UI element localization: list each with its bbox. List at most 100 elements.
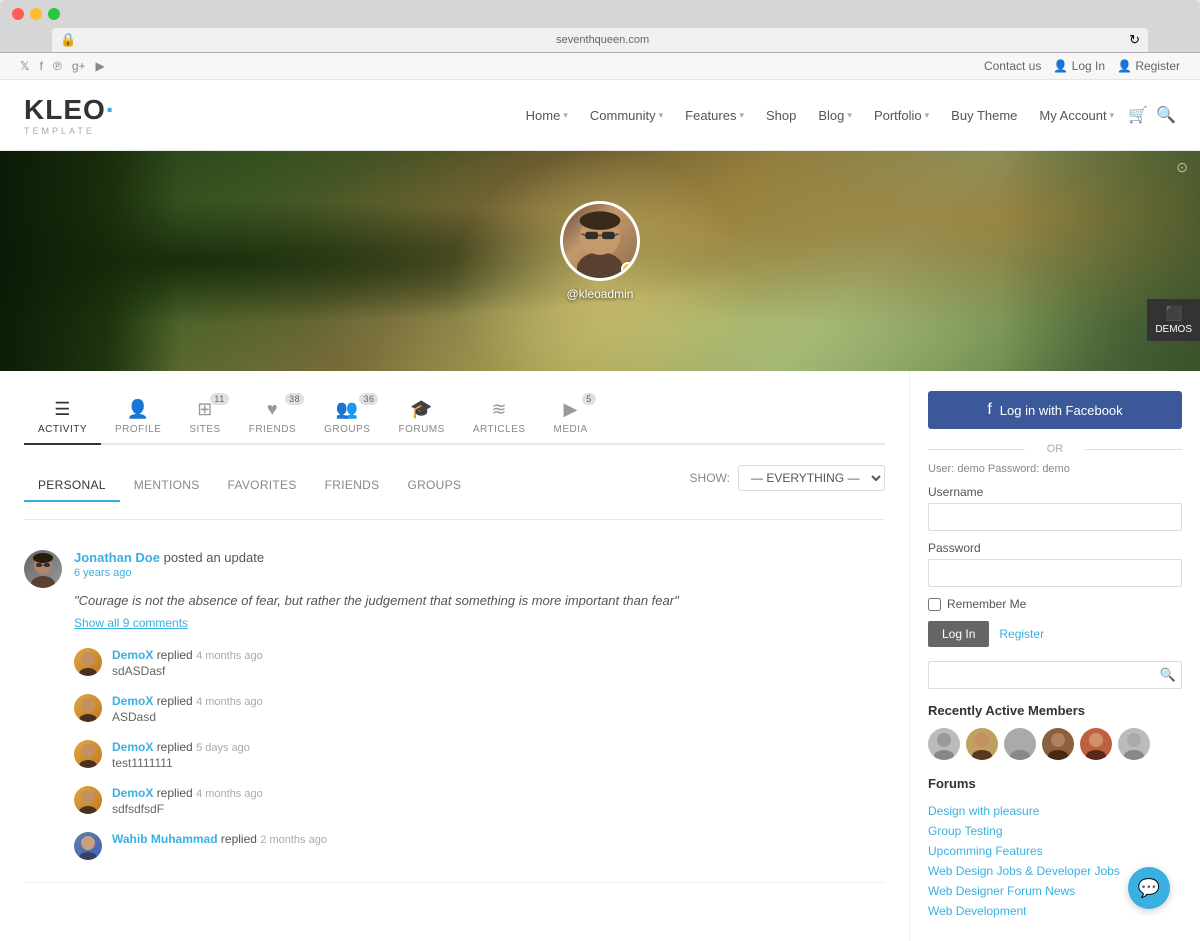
top-bar-right: Contact us 👤 Log In 👤 Register [984,59,1180,73]
tab-friends-activity[interactable]: FRIENDS [311,470,394,502]
maximize-btn[interactable] [48,8,60,20]
or-divider: OR [928,443,1182,455]
post-text: "Courage is not the absence of fear, but… [74,585,885,616]
password-input[interactable] [928,559,1182,587]
member-avatar-4[interactable] [1042,728,1074,760]
forums-icon: 🎓 [410,399,433,420]
close-btn[interactable] [12,8,24,20]
tab-profile[interactable]: 👤 PROFILE [101,391,175,443]
search-icon[interactable]: 🔍 [1156,105,1176,125]
comment-2-user[interactable]: DemoX [112,694,153,708]
youtube-link[interactable]: ▶ [96,59,105,73]
member-avatar-5[interactable] [1080,728,1112,760]
google-plus-link[interactable]: g+ [72,59,86,73]
comment-5-avatar[interactable] [74,832,102,860]
filter-select[interactable]: — EVERYTHING — [738,465,885,491]
member-avatar-6[interactable] [1118,728,1150,760]
profile-avatar[interactable] [560,201,640,281]
comment-5-user[interactable]: Wahib Muhammad [112,832,218,846]
toggle-icon[interactable]: ⊙ [1176,159,1188,176]
comment-3-user[interactable]: DemoX [112,740,153,754]
forum-link-2[interactable]: Group Testing [928,821,1182,841]
facebook-login-button[interactable]: f Log in with Facebook [928,391,1182,429]
comment-3-text: test1111111 [112,756,885,770]
username-input[interactable] [928,503,1182,531]
tab-favorites[interactable]: FAVORITES [214,470,311,502]
cart-icon[interactable]: 🛒 [1128,105,1148,125]
tab-groups[interactable]: 👥 GROUPS 36 [310,391,384,443]
comment-1-avatar[interactable] [74,648,102,676]
friends-badge: 38 [285,393,304,405]
demos-badge[interactable]: ⬛ DEMOS [1147,299,1200,341]
tab-personal[interactable]: PERSONAL [24,470,120,502]
tab-articles[interactable]: ≋ ARTICLES [459,391,540,443]
comment-2-meta: DemoX replied 4 months ago [112,694,885,708]
comment-2-content: DemoX replied 4 months ago ASDasd [112,694,885,724]
tab-groups-activity[interactable]: GROUPS [393,470,475,502]
profile-verified-badge [621,262,635,276]
post-author-name[interactable]: Jonathan Doe [74,550,160,565]
twitter-link[interactable]: 𝕏 [20,59,30,73]
register-link[interactable]: Register [999,627,1044,641]
tab-mentions[interactable]: MENTIONS [120,470,214,502]
nav-features[interactable]: Features ▾ [677,102,752,129]
facebook-link[interactable]: f [40,59,43,73]
tab-friends[interactable]: ♥ FRIENDS 38 [235,391,310,443]
nav-buy-theme[interactable]: Buy Theme [943,102,1025,129]
member-avatar-2[interactable] [966,728,998,760]
chat-button[interactable]: 💬 [1128,867,1170,909]
tab-media[interactable]: ▶ MEDIA 5 [540,391,602,443]
nav-home[interactable]: Home ▾ [518,102,576,129]
search-button[interactable]: 🔍 [1160,667,1176,683]
member-avatar-3[interactable] [1004,728,1036,760]
tab-sites[interactable]: ⊞ SITES 11 [175,391,234,443]
nav-shop[interactable]: Shop [758,102,804,129]
browser-chrome: 🔒 seventhqueen.com ↻ [0,0,1200,53]
top-bar: 𝕏 f ℗ g+ ▶ Contact us 👤 Log In 👤 Registe… [0,53,1200,80]
comment-3-avatar[interactable] [74,740,102,768]
nav-community[interactable]: Community ▾ [582,102,671,129]
nav-my-account[interactable]: My Account ▾ [1031,102,1122,129]
tab-activity[interactable]: ☰ ACTIVITY [24,391,101,445]
groups-badge: 36 [359,393,378,405]
contact-link[interactable]: Contact us [984,59,1041,73]
forum-link-3[interactable]: Upcomming Features [928,841,1182,861]
member-avatar-1[interactable] [928,728,960,760]
comment-2-avatar[interactable] [74,694,102,722]
comment-1-user[interactable]: DemoX [112,648,153,662]
login-button[interactable]: Log In [928,621,989,647]
show-comments-link[interactable]: Show all 9 comments [74,616,885,630]
password-group: Password [928,541,1182,587]
browser-buttons [12,8,1188,20]
login-link[interactable]: 👤 Log In [1053,59,1105,73]
page-wrapper: 𝕏 f ℗ g+ ▶ Contact us 👤 Log In 👤 Registe… [0,53,1200,941]
comment-2-time: 4 months ago [196,696,263,708]
tab-forums[interactable]: 🎓 FORUMS [384,391,458,443]
comment-4-avatar[interactable] [74,786,102,814]
media-icon: ▶ [563,399,577,420]
activity-post: Jonathan Doe posted an update 6 years ag… [24,536,885,883]
post-time: 6 years ago [74,567,885,579]
tab-profile-label: PROFILE [115,424,161,435]
main-panel: ☰ ACTIVITY 👤 PROFILE ⊞ SITES 11 ♥ FRIEND… [0,371,910,941]
search-input[interactable] [928,661,1182,689]
minimize-btn[interactable] [30,8,42,20]
comment-5: Wahib Muhammad replied 2 months ago [74,824,885,868]
comment-4-user[interactable]: DemoX [112,786,153,800]
logo-text: KLEO· [24,94,116,126]
forum-link-1[interactable]: Design with pleasure [928,801,1182,821]
nav-portfolio[interactable]: Portfolio ▾ [866,102,937,129]
register-link[interactable]: 👤 Register [1117,59,1180,73]
pinterest-link[interactable]: ℗ [53,59,62,73]
username-group: Username [928,485,1182,531]
friends-icon: ♥ [267,399,278,420]
comment-4-action: replied [157,786,193,800]
post-author-avatar[interactable] [24,550,62,588]
refresh-icon[interactable]: ↻ [1129,32,1140,48]
recently-active-members [928,728,1182,760]
logo[interactable]: KLEO· TEMPLATE [24,94,116,136]
nav-blog[interactable]: Blog ▾ [810,102,860,129]
facebook-icon: f [987,401,991,419]
main-content: ☰ ACTIVITY 👤 PROFILE ⊞ SITES 11 ♥ FRIEND… [0,371,1200,941]
remember-me-checkbox[interactable] [928,598,941,611]
